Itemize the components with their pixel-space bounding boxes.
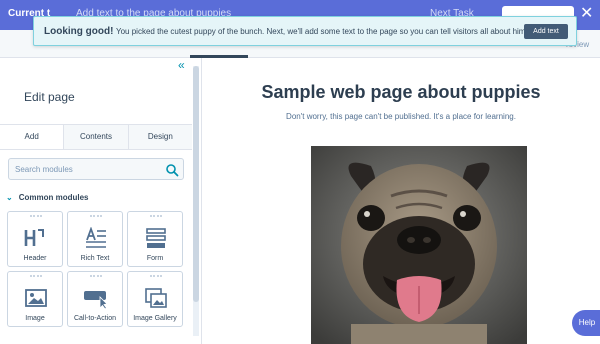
module-label: Rich Text xyxy=(80,255,110,262)
drag-handle-icon[interactable] xyxy=(150,275,162,278)
toast-message: You picked the cutest puppy of the bunch… xyxy=(116,27,528,36)
page-preview: Sample web page about puppies Don't worr… xyxy=(202,58,600,344)
drag-handle-icon[interactable] xyxy=(30,275,42,278)
tab-design[interactable]: Design xyxy=(127,125,192,149)
module-image-gallery[interactable]: Image Gallery xyxy=(127,271,183,327)
module-rich-text[interactable]: Rich Text xyxy=(67,211,123,267)
search-modules-input[interactable] xyxy=(15,162,155,176)
close-icon[interactable]: ✕ xyxy=(580,5,593,23)
chevron-down-icon: ⌄ xyxy=(6,193,13,202)
module-call-to-action[interactable]: Call-to-Action xyxy=(67,271,123,327)
puppy-photo[interactable] xyxy=(311,146,527,344)
rich-text-icon xyxy=(86,227,106,248)
cta-icon xyxy=(84,291,108,309)
module-label: Header xyxy=(23,255,47,262)
scrollbar-thumb[interactable] xyxy=(193,66,199,302)
image-icon xyxy=(25,289,47,307)
drag-handle-icon[interactable] xyxy=(150,215,162,218)
drag-handle-icon[interactable] xyxy=(30,215,42,218)
form-icon xyxy=(146,228,166,248)
section-label: Common modules xyxy=(18,193,89,202)
sidebar-scrollbar[interactable] xyxy=(193,66,199,336)
edit-page-sidebar: « Edit page Add Contents Design ⌄ Common … xyxy=(0,58,202,344)
collapse-sidebar-icon[interactable]: « xyxy=(178,58,185,72)
search-box xyxy=(8,158,184,180)
module-label: Form xyxy=(146,255,164,262)
success-toast: Looking good! You picked the cutest pupp… xyxy=(33,16,577,46)
module-header[interactable]: Header xyxy=(7,211,63,267)
search-icon[interactable] xyxy=(165,163,179,177)
page-subtitle[interactable]: Don't worry, this page can't be publishe… xyxy=(202,112,600,121)
drag-handle-icon[interactable] xyxy=(90,275,102,278)
module-label: Call-to-Action xyxy=(73,315,116,322)
header-h1-icon xyxy=(24,229,44,246)
tab-contents[interactable]: Contents xyxy=(63,125,128,149)
module-label: Image xyxy=(25,315,45,322)
common-modules-toggle[interactable]: ⌄ Common modules xyxy=(6,193,88,202)
toast-title: Looking good! xyxy=(44,26,114,37)
module-image[interactable]: Image xyxy=(7,271,63,327)
sidebar-title: Edit page xyxy=(24,90,75,104)
image-gallery-icon xyxy=(145,288,167,308)
module-form[interactable]: Form xyxy=(127,211,183,267)
drag-handle-icon[interactable] xyxy=(90,215,102,218)
page-title[interactable]: Sample web page about puppies xyxy=(202,82,600,103)
tab-add[interactable]: Add xyxy=(0,125,64,149)
add-text-button[interactable]: Add text xyxy=(524,24,568,39)
module-label: Image Gallery xyxy=(133,315,177,322)
help-button[interactable]: Help xyxy=(572,310,600,336)
sidebar-tabs: Add Contents Design xyxy=(0,124,192,150)
